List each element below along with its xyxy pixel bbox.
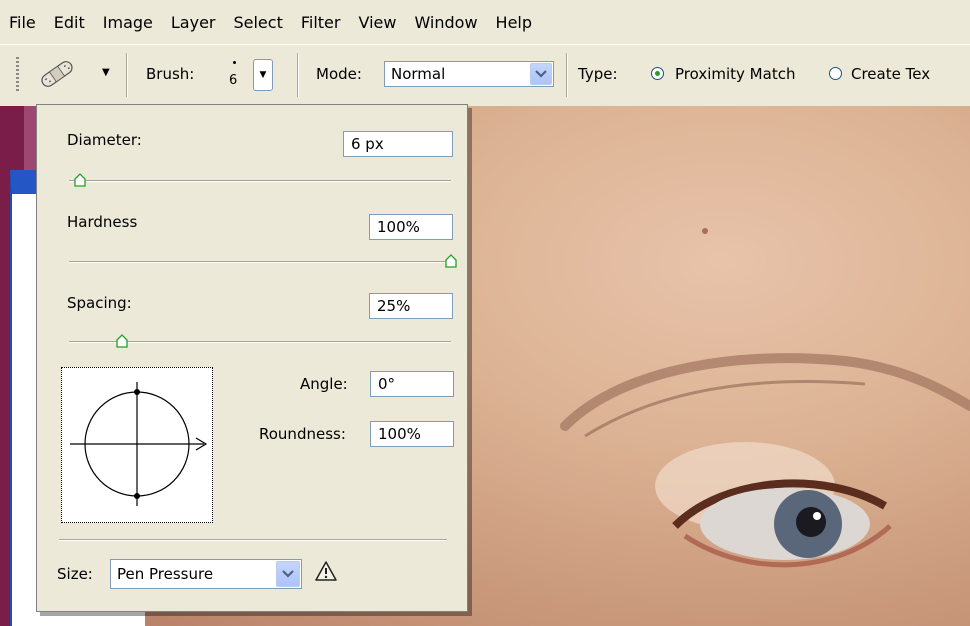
diameter-label: Diameter: — [67, 131, 142, 149]
toolbar-grip[interactable] — [16, 57, 19, 91]
bandage-brush-icon[interactable] — [34, 59, 80, 89]
chevron-down-icon[interactable] — [276, 561, 300, 587]
spacing-label: Spacing: — [67, 294, 132, 312]
hardness-label: Hardness — [67, 213, 138, 231]
type-label: Type: — [578, 65, 618, 83]
menu-window[interactable]: Window — [405, 13, 486, 32]
separator — [566, 53, 568, 97]
roundness-label: Roundness: — [259, 425, 346, 443]
diameter-slider-thumb[interactable] — [74, 173, 86, 187]
spacing-input[interactable]: 25% — [369, 293, 453, 319]
tool-preset-arrow-icon[interactable]: ▼ — [102, 67, 110, 78]
brush-label: Brush: — [146, 65, 195, 83]
menu-help[interactable]: Help — [487, 13, 541, 32]
chevron-down-icon[interactable] — [530, 63, 552, 85]
diameter-input[interactable]: 6 px — [343, 131, 453, 157]
separator — [126, 53, 128, 97]
size-label: Size: — [57, 565, 93, 583]
hardness-slider-track[interactable] — [69, 261, 451, 263]
mode-select-value: Normal — [391, 65, 446, 83]
radio-create-texture[interactable] — [829, 67, 842, 80]
mode-select[interactable]: Normal — [384, 61, 554, 87]
panel-divider — [59, 539, 447, 541]
mode-label: Mode: — [316, 65, 362, 83]
menu-layer[interactable]: Layer — [162, 13, 225, 32]
brush-picker-button[interactable]: ▼ — [253, 59, 273, 91]
proximity-match-label[interactable]: Proximity Match — [675, 65, 795, 83]
radio-proximity-match[interactable] — [651, 67, 664, 80]
angle-label: Angle: — [300, 375, 348, 393]
brush-angle-roundness-preview[interactable] — [61, 367, 213, 523]
hardness-input[interactable]: 100% — [369, 214, 453, 240]
angle-input[interactable]: 0° — [370, 371, 454, 397]
diameter-slider-track[interactable] — [69, 180, 451, 182]
menu-bar: File Edit Image Layer Select Filter View… — [0, 0, 970, 44]
menu-image[interactable]: Image — [94, 13, 162, 32]
brush-picker-popup: Diameter: 6 px Hardness 100% Spacing: 25… — [36, 104, 468, 612]
size-control-select[interactable]: Pen Pressure — [110, 559, 302, 589]
menu-view[interactable]: View — [349, 13, 405, 32]
roundness-input[interactable]: 100% — [370, 421, 454, 447]
menu-edit[interactable]: Edit — [45, 13, 94, 32]
warning-triangle-icon — [315, 561, 337, 581]
tool-options-bar: ▼ Brush: 6 ▼ Mode: Normal Type: Proximit… — [0, 44, 970, 108]
brush-size-readout: 6 — [229, 73, 238, 88]
menu-filter[interactable]: Filter — [292, 13, 350, 32]
menu-file[interactable]: File — [0, 13, 45, 32]
separator — [297, 53, 299, 97]
menu-select[interactable]: Select — [224, 13, 291, 32]
brush-tip-preview — [233, 61, 236, 64]
spacing-slider-thumb[interactable] — [116, 334, 128, 348]
size-control-value: Pen Pressure — [117, 565, 214, 583]
create-texture-label[interactable]: Create Tex — [851, 65, 930, 83]
hardness-slider-thumb[interactable] — [445, 254, 457, 268]
